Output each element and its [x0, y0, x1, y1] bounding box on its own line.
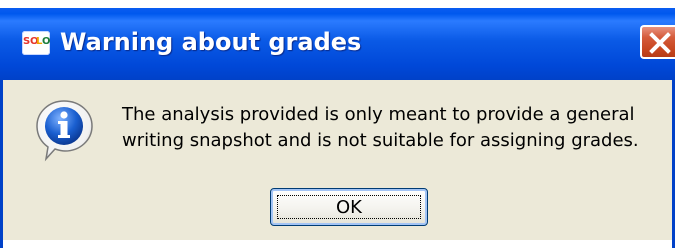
- information-icon: [34, 97, 104, 172]
- app-icon-letter: L: [36, 36, 42, 47]
- title-bar[interactable]: S O L O Warning about grades: [0, 8, 675, 80]
- solo-app-icon: S O L O: [22, 31, 50, 55]
- app-icon-letter: O: [42, 36, 50, 47]
- message-text: The analysis provided is only meant to p…: [122, 102, 667, 154]
- window-border-left: [0, 80, 3, 248]
- ok-button-label: OK: [336, 196, 362, 218]
- close-button[interactable]: [640, 25, 675, 59]
- message-line: The analysis provided is only meant to p…: [122, 104, 635, 125]
- window-title: Warning about grades: [60, 28, 362, 56]
- app-icon-letter: S: [23, 36, 30, 47]
- ok-button[interactable]: OK: [270, 188, 428, 226]
- close-icon: [649, 32, 671, 54]
- message-line: writing snapshot and is not suitable for…: [122, 130, 639, 151]
- warning-dialog: S O L O Warning about grades The analysi…: [0, 8, 675, 248]
